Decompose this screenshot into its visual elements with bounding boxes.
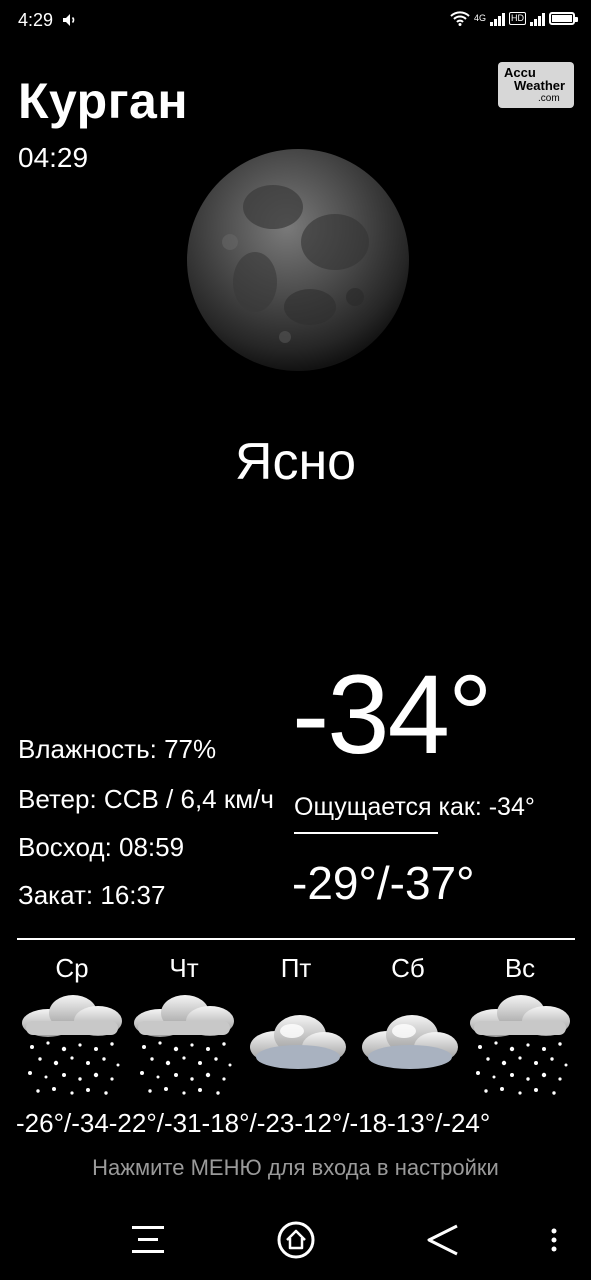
forecast-day-label: Ср [55, 953, 89, 983]
humidity: Влажность: 77% [18, 734, 217, 764]
battery-icon [549, 11, 578, 25]
logo-line-2: Weather [514, 78, 566, 93]
divider [17, 938, 575, 940]
snow-cloud-icon [134, 995, 234, 1095]
forecast-day[interactable]: Ср [16, 953, 128, 1101]
local-time: 04:29 [18, 142, 89, 173]
sound-icon [63, 14, 75, 26]
back-icon[interactable] [426, 1218, 460, 1262]
forecast-day-label: Сб [391, 953, 425, 983]
network-type-label: 4G [473, 12, 486, 23]
forecast-day[interactable]: Чт [128, 953, 240, 1101]
temperature-range: -29°/-37° [292, 857, 475, 909]
hd-badge: HD [509, 11, 526, 25]
forecast-day-label: Вс [504, 953, 536, 983]
forecast-day[interactable]: Пт [240, 953, 352, 1101]
status-time: 4:29 [18, 10, 54, 30]
snow-cloud-icon [22, 995, 122, 1095]
settings-hint: Нажмите МЕНЮ для входа в настройки [92, 1155, 499, 1180]
forecast-day[interactable]: Вс [464, 953, 576, 1101]
snow-cloud-icon [470, 995, 570, 1095]
cloudy-icon [362, 1015, 458, 1069]
wind: Ветер: ССВ / 6,4 км/ч [18, 784, 274, 814]
more-options-icon[interactable] [548, 1218, 560, 1262]
status-icons: 4G HD [450, 10, 578, 26]
battery-fill [552, 14, 572, 22]
moon-icon [187, 149, 409, 371]
home-icon[interactable] [276, 1218, 316, 1262]
forecast-day[interactable]: Сб [352, 953, 464, 1101]
cloudy-icon [250, 1015, 346, 1069]
forecast-temperatures: -26°/-34-22°/-31-18°/-23-12°/-18-13°/-24… [16, 1108, 491, 1138]
sunrise: Восход: 08:59 [18, 832, 185, 862]
weather-condition: Ясно [234, 433, 357, 491]
sunset: Закат: 16:37 [18, 880, 166, 910]
feels-like-underline [294, 832, 438, 834]
signal-icon-2 [530, 10, 545, 26]
logo-line-3: .com [538, 93, 560, 104]
city-name: Курган [18, 73, 189, 129]
forecast-day-label: Чт [169, 953, 199, 983]
menu-icon[interactable] [130, 1218, 166, 1262]
signal-icon [490, 10, 505, 26]
accuweather-logo[interactable]: Accu Weather .com [498, 62, 574, 108]
current-temperature: -34° [292, 652, 493, 777]
wifi-icon [450, 11, 470, 26]
feels-like: Ощущается как: -34° [294, 793, 535, 821]
forecast-day-label: Пт [280, 953, 312, 983]
